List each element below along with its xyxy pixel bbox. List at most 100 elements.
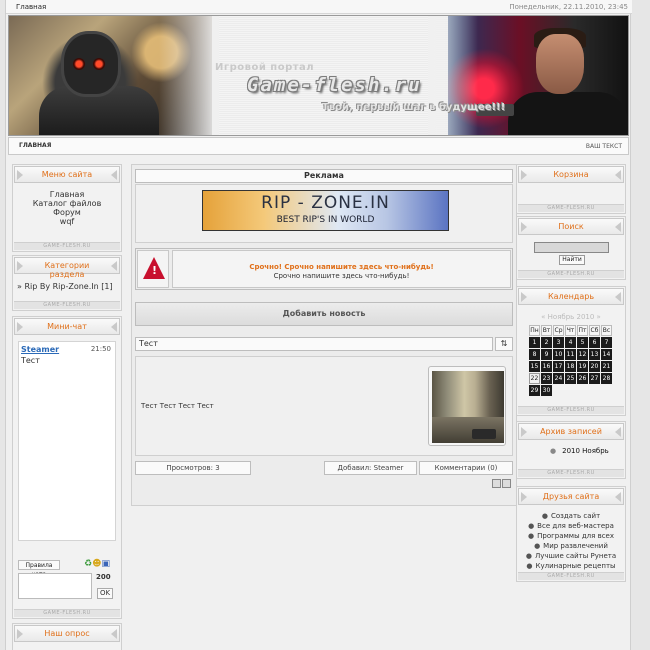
- chat-time: 21:50: [90, 345, 111, 353]
- archive-item[interactable]: ● 2010 Ноябрь: [550, 447, 609, 455]
- calendar-day[interactable]: 29: [529, 385, 540, 396]
- header-banner: Игровой портал Game-flesh.ru Твой, первы…: [8, 15, 629, 136]
- calendar-day[interactable]: 30: [541, 385, 552, 396]
- calendar-day[interactable]: 18: [565, 361, 576, 372]
- post-screenshot[interactable]: [428, 366, 506, 446]
- calendar-day[interactable]: 13: [589, 349, 600, 360]
- friend-link[interactable]: ● Лучшие сайты Рунета: [517, 551, 625, 561]
- menu-item-home[interactable]: Главная: [13, 190, 121, 199]
- calendar-weekday: Пт: [577, 325, 588, 336]
- site-slogan: Твой, первый шаг в будущее!!!: [322, 102, 506, 113]
- calendar-day[interactable]: 8: [529, 349, 540, 360]
- calendar-weekday: Чт: [565, 325, 576, 336]
- calendar-weekday: Ср: [553, 325, 564, 336]
- refresh-icon[interactable]: ♻: [84, 559, 92, 569]
- calendar-grid: Пн Вт Ср Чт Пт Сб Вс 1 2 3 4 5 6 7 8 9 10 11 12 13 14 15 16 17 1…: [529, 325, 615, 397]
- calendar-day[interactable]: 16: [541, 361, 552, 372]
- archive-item-label[interactable]: 2010 Ноябрь: [562, 447, 609, 455]
- cart-block-header: Корзина: [518, 166, 624, 183]
- calendar-day[interactable]: 2: [541, 337, 552, 348]
- post-comments[interactable]: Комментарии (0): [419, 461, 513, 475]
- alert-headline: Срочно! Срочно напишите здесь что-нибудь…: [249, 263, 434, 271]
- chat-rules-button[interactable]: Правила чата: [18, 560, 60, 578]
- calendar-day[interactable]: 1: [529, 337, 540, 348]
- category-item-label[interactable]: Rip By Rip-Zone.In [1]: [24, 282, 112, 291]
- search-input[interactable]: [534, 242, 609, 253]
- calendar-day[interactable]: 25: [565, 373, 576, 384]
- calendar-block-header: Календарь: [518, 288, 624, 305]
- search-button[interactable]: Найти: [559, 255, 585, 265]
- calendar-day[interactable]: 6: [589, 337, 600, 348]
- site-logo[interactable]: Game-flesh.ru: [247, 74, 422, 96]
- calendar-day[interactable]: 24: [553, 373, 564, 384]
- print-icon[interactable]: [502, 479, 511, 488]
- friends-block-title: Друзья сайта: [542, 492, 600, 501]
- calendar-day[interactable]: 19: [577, 361, 588, 372]
- archive-block-header: Архив записей: [518, 423, 624, 440]
- calendar-day[interactable]: 11: [565, 349, 576, 360]
- main-content: Реклама RIP - ZONE.IN BEST RIP'S IN WORL…: [131, 164, 517, 506]
- calendar-day[interactable]: 4: [565, 337, 576, 348]
- block-footer: GAME-FLESH.RU: [518, 204, 624, 212]
- categories-block-title: Категории раздела: [44, 261, 90, 279]
- chat-char-count: 200: [96, 573, 111, 581]
- chat-messages[interactable]: Steamer 21:50 Тест: [18, 341, 116, 541]
- block-footer: GAME-FLESH.RU: [518, 406, 624, 414]
- chat-ok-button[interactable]: OK: [97, 588, 113, 599]
- post-author[interactable]: Добавил: Steamer: [324, 461, 417, 475]
- ad-area: RIP - ZONE.IN BEST RIP'S IN WORLD: [135, 184, 513, 243]
- friends-list: ● Создать сайт ● Все для веб-мастера ● Прог…: [517, 511, 625, 571]
- categories-block: Категории раздела » Rip By Rip-Zone.In […: [12, 255, 122, 311]
- calendar-day[interactable]: 23: [541, 373, 552, 384]
- friend-link[interactable]: ● Программы для всех: [517, 531, 625, 541]
- chat-message-input[interactable]: [18, 573, 92, 599]
- ad-banner[interactable]: RIP - ZONE.IN BEST RIP'S IN WORLD: [202, 190, 449, 231]
- bbcode-icon[interactable]: ▣: [101, 559, 110, 569]
- calendar-day[interactable]: 14: [601, 349, 612, 360]
- calendar-month-nav[interactable]: « Ноябрь 2010 »: [517, 313, 625, 321]
- block-footer: GAME-FLESH.RU: [14, 242, 120, 250]
- cart-block: Корзина GAME-FLESH.RU: [516, 164, 626, 214]
- friend-link[interactable]: ● Мир развлечений: [517, 541, 625, 551]
- menu-item-forum[interactable]: Форум: [13, 208, 121, 217]
- calendar-day[interactable]: 5: [577, 337, 588, 348]
- calendar-day[interactable]: 3: [553, 337, 564, 348]
- calendar-day[interactable]: 17: [553, 361, 564, 372]
- calendar-day[interactable]: 9: [541, 349, 552, 360]
- menu-item-files[interactable]: Каталог файлов: [13, 199, 121, 208]
- alert-notice: ! Срочно! Срочно напишите здесь что-нибу…: [135, 248, 513, 290]
- block-footer: GAME-FLESH.RU: [14, 301, 120, 309]
- friends-block-header: Друзья сайта: [518, 488, 624, 505]
- post-title[interactable]: Тест: [135, 337, 493, 351]
- calendar-day[interactable]: 27: [589, 373, 600, 384]
- calendar-day[interactable]: 26: [577, 373, 588, 384]
- friend-link[interactable]: ● Все для веб-мастера: [517, 521, 625, 531]
- friend-link[interactable]: ● Создать сайт: [517, 511, 625, 521]
- calendar-day[interactable]: 28: [601, 373, 612, 384]
- archive-block: Архив записей ● 2010 Ноябрь GAME-FLESH.RU: [516, 421, 626, 479]
- calendar-day[interactable]: 15: [529, 361, 540, 372]
- block-footer: GAME-FLESH.RU: [14, 609, 120, 617]
- alert-text: Срочно напишите здесь что-нибудь!: [273, 272, 410, 280]
- sort-icon[interactable]: ⇅: [495, 337, 513, 351]
- calendar-day[interactable]: 21: [601, 361, 612, 372]
- site-menu: Главная Каталог файлов Форум wqf: [13, 184, 121, 226]
- search-block: Поиск Найти GAME-FLESH.RU: [516, 216, 626, 280]
- calendar-day[interactable]: 10: [553, 349, 564, 360]
- calendar-day-today[interactable]: 22: [529, 373, 540, 384]
- chat-username[interactable]: Steamer: [21, 345, 59, 354]
- post-text: Тест Тест Тест Тест: [141, 402, 214, 410]
- post-views: Просмотров: 3: [135, 461, 251, 475]
- rss-icon[interactable]: [492, 479, 501, 488]
- friend-link[interactable]: ● Кулинарные рецепты: [517, 561, 625, 571]
- menu-item-wqf[interactable]: wqf: [13, 217, 121, 226]
- top-home-link[interactable]: Главная: [16, 3, 46, 11]
- nav-home-link[interactable]: ГЛАВНАЯ: [19, 142, 51, 149]
- add-news-button[interactable]: Добавить новость: [135, 302, 513, 326]
- calendar-day[interactable]: 12: [577, 349, 588, 360]
- cart-block-title: Корзина: [553, 170, 589, 179]
- nav-text-link[interactable]: ВАШ ТЕКСТ: [586, 143, 622, 150]
- calendar-day[interactable]: 7: [601, 337, 612, 348]
- search-block-title: Поиск: [558, 222, 584, 231]
- calendar-day[interactable]: 20: [589, 361, 600, 372]
